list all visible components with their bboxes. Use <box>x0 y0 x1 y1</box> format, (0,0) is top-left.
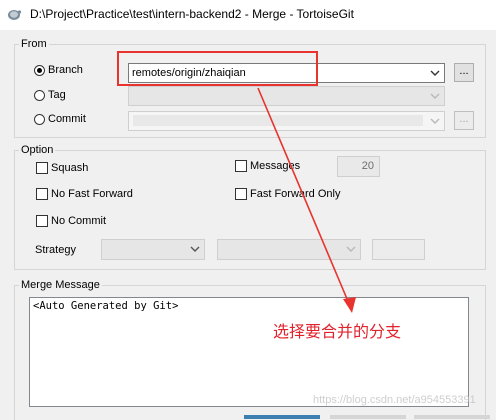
arrow-annotation-icon <box>257 87 356 313</box>
bottom-button-strip <box>244 415 320 419</box>
watermark: https://blog.csdn.net/a954553391 <box>313 394 476 406</box>
annotation-text: 选择要合并的分支 <box>273 322 402 341</box>
bottom-button-strip-2 <box>330 415 406 419</box>
bottom-button-strip-3 <box>414 415 490 419</box>
